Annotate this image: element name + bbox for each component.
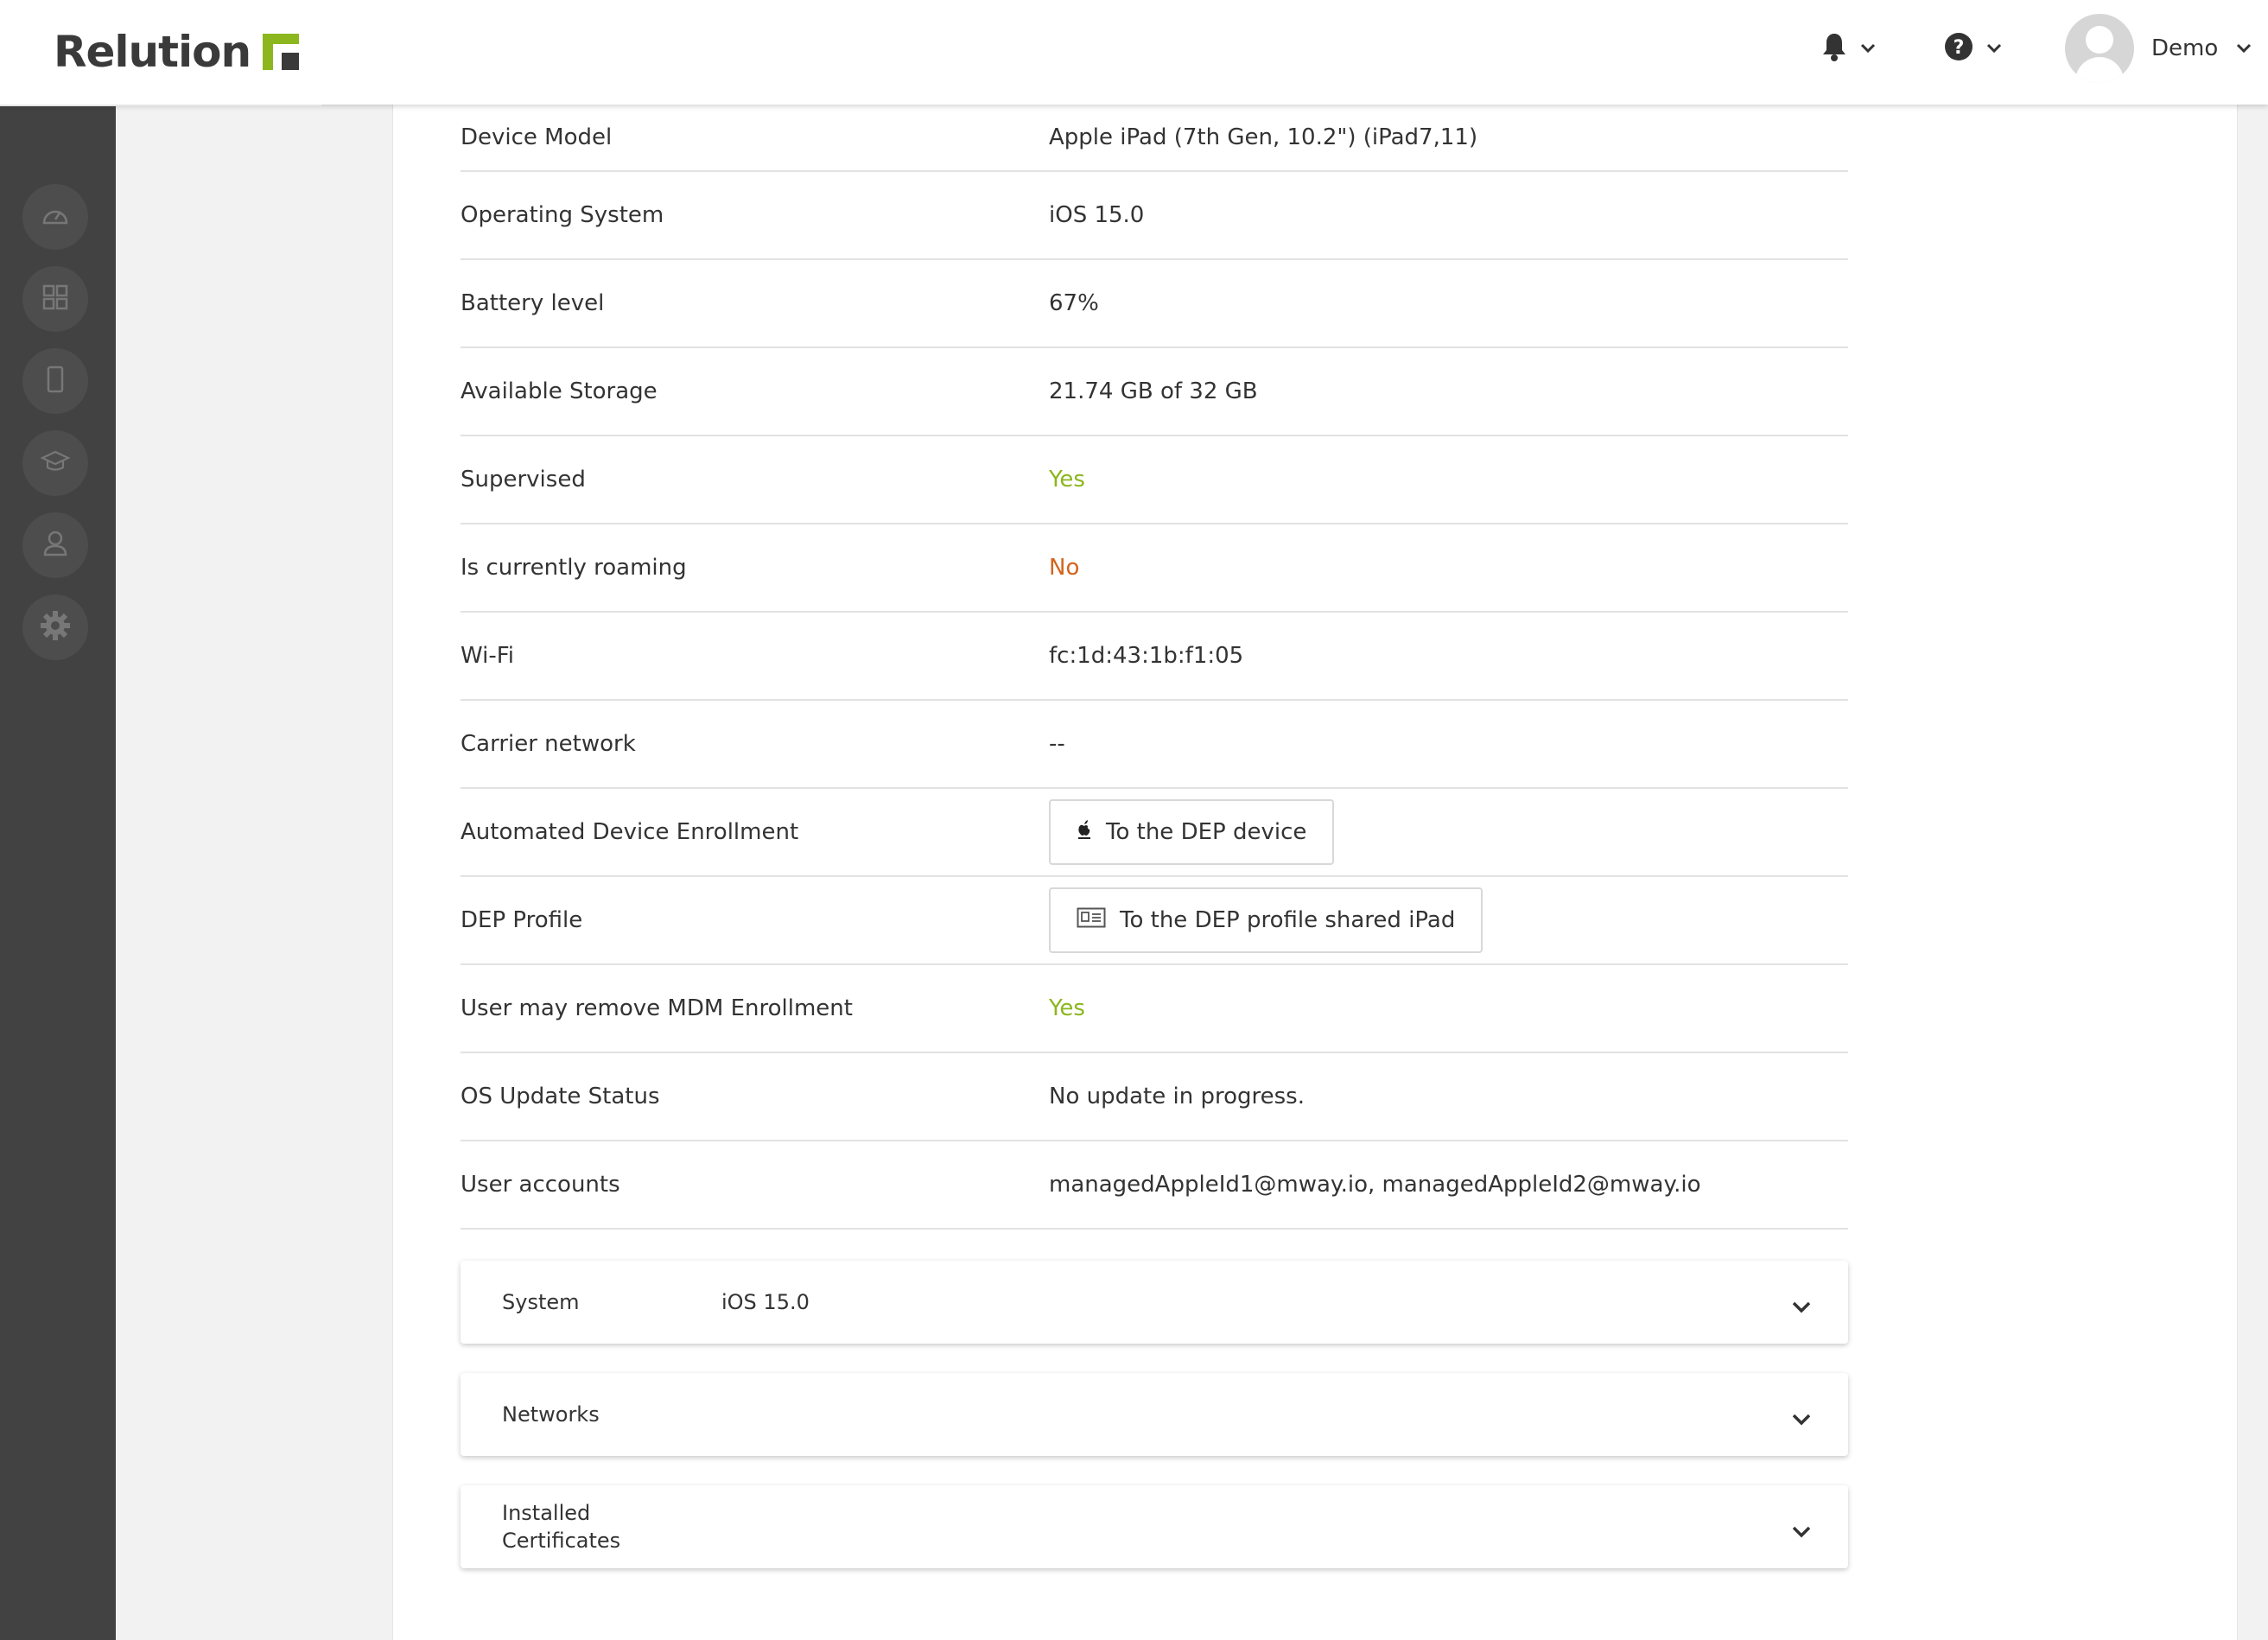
detail-value: No update in progress. bbox=[1049, 1084, 1305, 1109]
detail-value: -- bbox=[1049, 731, 1065, 757]
detail-label: User accounts bbox=[461, 1172, 620, 1198]
to-dep-device-button[interactable]: To the DEP device bbox=[1049, 799, 1335, 865]
chevron-down-icon bbox=[1859, 40, 1877, 57]
sidebar-item-dashboard[interactable] bbox=[22, 184, 88, 250]
help-icon: ? bbox=[1944, 32, 1973, 65]
detail-value: 67% bbox=[1049, 290, 1099, 316]
apple-dep-icon bbox=[1077, 819, 1092, 846]
accordion-system[interactable]: System iOS 15.0 bbox=[461, 1261, 1848, 1344]
sidebar bbox=[0, 105, 116, 1640]
button-label: To the DEP profile shared iPad bbox=[1120, 907, 1456, 933]
profile-card-icon bbox=[1077, 907, 1106, 934]
sidebar-item-education[interactable] bbox=[22, 430, 88, 496]
detail-label: User may remove MDM Enrollment bbox=[461, 995, 853, 1021]
top-bar: Relution ? Demo bbox=[0, 0, 2268, 106]
detail-row-available-storage: Available Storage 21.74 GB of 32 GB bbox=[461, 348, 1848, 436]
users-icon bbox=[43, 531, 67, 560]
accordion-label-line: Certificates bbox=[502, 1529, 621, 1553]
detail-value-yes: Yes bbox=[1049, 995, 1085, 1021]
devices-icon bbox=[47, 366, 64, 397]
detail-label: Is currently roaming bbox=[461, 555, 687, 581]
detail-label: Operating System bbox=[461, 202, 664, 228]
detail-row-operating-system: Operating System iOS 15.0 bbox=[461, 172, 1848, 260]
device-details-list: Device Model Apple iPad (7th Gen, 10.2")… bbox=[461, 105, 1848, 1230]
bell-icon bbox=[1821, 32, 1847, 65]
svg-text:?: ? bbox=[1954, 37, 1965, 59]
detail-value: Apple iPad (7th Gen, 10.2") (iPad7,11) bbox=[1049, 124, 1478, 150]
sidebar-item-users[interactable] bbox=[22, 512, 88, 578]
chevron-down-icon bbox=[1789, 1295, 1814, 1319]
detail-row-supervised: Supervised Yes bbox=[461, 436, 1848, 524]
detail-label: DEP Profile bbox=[461, 907, 583, 933]
detail-value: 21.74 GB of 32 GB bbox=[1049, 378, 1258, 404]
user-menu[interactable]: Demo bbox=[2065, 14, 2252, 83]
detail-label: Available Storage bbox=[461, 378, 658, 404]
detail-row-battery-level: Battery level 67% bbox=[461, 260, 1848, 348]
dashboard-icon bbox=[41, 204, 69, 230]
detail-row-dep-profile: DEP Profile To the DEP profile shared iP… bbox=[461, 877, 1848, 965]
detail-value-no: No bbox=[1049, 555, 1080, 581]
accordion-label: Installed Certificates bbox=[502, 1499, 620, 1554]
accordion-networks[interactable]: Networks bbox=[461, 1373, 1848, 1456]
accordion-label: System bbox=[502, 1290, 580, 1314]
sidebar-item-settings[interactable] bbox=[22, 594, 88, 660]
detail-label: Supervised bbox=[461, 467, 586, 493]
accordion-label: Networks bbox=[502, 1402, 600, 1427]
button-label: To the DEP device bbox=[1106, 819, 1307, 845]
detail-row-user-may-remove-mdm: User may remove MDM Enrollment Yes bbox=[461, 965, 1848, 1053]
logo-mark-icon bbox=[263, 34, 300, 70]
accordion-value: iOS 15.0 bbox=[721, 1290, 810, 1314]
sidebar-item-apps[interactable] bbox=[22, 266, 88, 332]
education-icon bbox=[40, 450, 71, 476]
detail-label: Device Model bbox=[461, 124, 613, 150]
detail-value: managedAppleId1@mway.io, managedAppleId2… bbox=[1049, 1172, 1701, 1198]
accordion-label-line: Installed bbox=[502, 1501, 591, 1525]
detail-label: Carrier network bbox=[461, 731, 636, 757]
detail-label: Battery level bbox=[461, 290, 605, 316]
detail-value: fc:1d:43:1b:f1:05 bbox=[1049, 643, 1244, 669]
chevron-down-icon bbox=[1789, 1520, 1814, 1544]
detail-row-carrier-network: Carrier network -- bbox=[461, 701, 1848, 789]
detail-label: Automated Device Enrollment bbox=[461, 819, 799, 845]
detail-row-user-accounts: User accounts managedAppleId1@mway.io, m… bbox=[461, 1141, 1848, 1230]
detail-row-device-model: Device Model Apple iPad (7th Gen, 10.2")… bbox=[461, 105, 1848, 172]
detail-row-automated-device-enrollment: Automated Device Enrollment To the DEP d… bbox=[461, 789, 1848, 877]
detail-row-os-update-status: OS Update Status No update in progress. bbox=[461, 1053, 1848, 1141]
detail-row-wifi: Wi-Fi fc:1d:43:1b:f1:05 bbox=[461, 613, 1848, 701]
notifications-menu[interactable] bbox=[1821, 22, 1877, 74]
sidebar-item-devices[interactable] bbox=[22, 348, 88, 414]
relution-logo[interactable]: Relution bbox=[54, 26, 300, 78]
chevron-down-icon bbox=[2235, 40, 2252, 57]
chevron-down-icon bbox=[1985, 40, 2003, 57]
detail-label: Wi-Fi bbox=[461, 643, 515, 669]
chevron-down-icon bbox=[1789, 1408, 1814, 1432]
to-dep-profile-button[interactable]: To the DEP profile shared iPad bbox=[1049, 887, 1483, 953]
detail-value-yes: Yes bbox=[1049, 467, 1085, 493]
detail-label: OS Update Status bbox=[461, 1084, 660, 1109]
detail-value: iOS 15.0 bbox=[1049, 202, 1145, 228]
logo-underline bbox=[0, 105, 321, 106]
apps-icon bbox=[42, 284, 68, 314]
detail-row-roaming: Is currently roaming No bbox=[461, 524, 1848, 613]
help-menu[interactable]: ? bbox=[1944, 22, 2003, 74]
user-avatar bbox=[2065, 14, 2134, 83]
settings-icon bbox=[40, 610, 71, 645]
accordion-installed-certificates[interactable]: Installed Certificates bbox=[461, 1485, 1848, 1568]
user-name: Demo bbox=[2151, 35, 2219, 61]
logo-text: Relution bbox=[54, 27, 251, 77]
